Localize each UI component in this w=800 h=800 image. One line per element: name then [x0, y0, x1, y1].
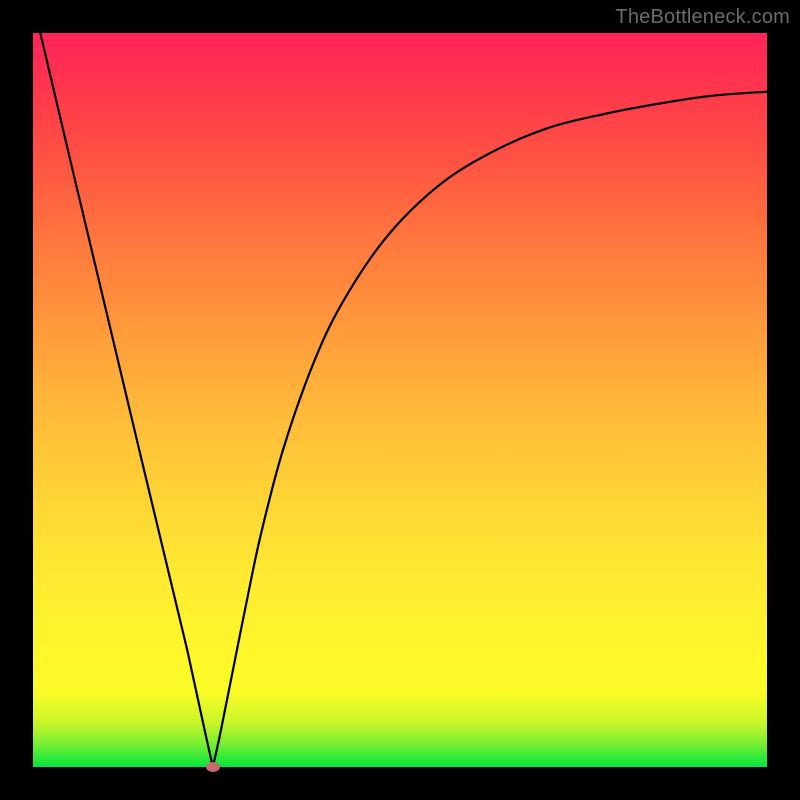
plot-area [33, 33, 767, 767]
bottleneck-curve [40, 33, 767, 767]
curve-svg [33, 33, 767, 767]
null-point-marker [206, 762, 220, 772]
watermark-text: TheBottleneck.com [615, 6, 790, 29]
chart-frame: TheBottleneck.com [0, 0, 800, 800]
